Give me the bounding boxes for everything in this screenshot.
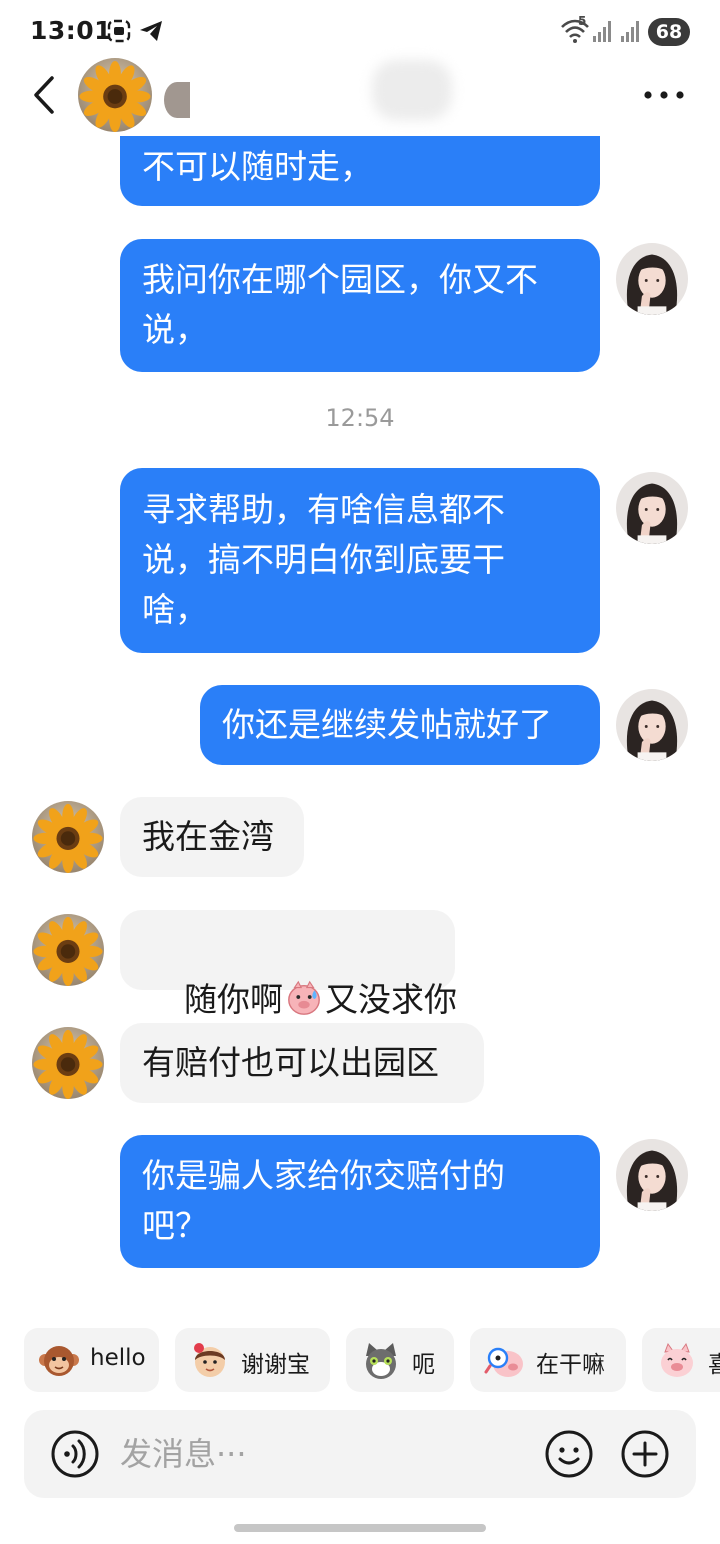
- girl-rose-sticker-icon: [194, 1343, 225, 1377]
- message-input[interactable]: [120, 1430, 520, 1478]
- contact-avatar[interactable]: [32, 914, 104, 986]
- cat-sticker-icon: [366, 1343, 396, 1379]
- plus-icon[interactable]: [620, 1429, 670, 1479]
- chevron-left-icon[interactable]: [26, 72, 66, 118]
- quick-reply-like[interactable]: 喜: [642, 1328, 720, 1392]
- my-avatar[interactable]: [616, 243, 688, 315]
- quick-reply-hello[interactable]: hello: [24, 1328, 159, 1392]
- outgoing-message[interactable]: 不可以随时走，: [120, 136, 600, 206]
- message-timestamp: 12:54: [325, 404, 395, 432]
- wifi-badge: 5: [578, 14, 587, 28]
- signal-icon: [593, 21, 611, 42]
- message-text: 又没求你: [324, 980, 457, 1019]
- emoji-icon[interactable]: [544, 1429, 594, 1479]
- message-input-bar: [24, 1410, 696, 1498]
- signal-icon-2: [621, 21, 639, 42]
- outgoing-message[interactable]: 寻求帮助，有啥信息都不 说，搞不明白你到底要干 啥，: [120, 468, 600, 653]
- chip-label: 在干嘛: [536, 1352, 605, 1378]
- incoming-message[interactable]: 随你啊 又没求你: [120, 910, 457, 1019]
- incoming-message[interactable]: 我在金湾: [120, 797, 304, 877]
- contact-avatar[interactable]: [78, 58, 152, 132]
- quick-reply-stickers: hello 谢谢宝 呃 在干嘛 喜: [0, 1328, 720, 1396]
- incoming-message[interactable]: 有赔付也可以出园区: [120, 1023, 484, 1103]
- status-time: 13:01: [30, 16, 113, 45]
- chip-label: 喜: [708, 1352, 720, 1378]
- battery-indicator: 68: [648, 18, 690, 46]
- chip-label: 呃: [412, 1352, 435, 1378]
- chip-label: hello: [90, 1345, 146, 1371]
- status-bar: 13:01 5 68: [0, 0, 720, 62]
- sweating-pig-emoji: [288, 980, 320, 1015]
- pig-sticker-icon: [661, 1342, 693, 1377]
- monkey-sticker-icon: [39, 1346, 79, 1376]
- quick-reply-uh[interactable]: 呃: [346, 1328, 454, 1392]
- home-indicator[interactable]: [234, 1524, 486, 1532]
- magnifier-pig-sticker-icon: [484, 1347, 523, 1377]
- outgoing-message[interactable]: 你是骗人家给你交赔付的 吧？: [120, 1135, 600, 1268]
- quick-reply-thanks[interactable]: 谢谢宝: [175, 1328, 330, 1392]
- screen-record-icon: [107, 19, 131, 43]
- more-dots-icon[interactable]: [640, 80, 688, 110]
- chat-messages: 不可以随时走， 我问你在哪个园区，你又不 说， 12:54 寻求帮助，有啥信息都…: [0, 136, 720, 1316]
- my-avatar[interactable]: [616, 689, 688, 761]
- contact-avatar[interactable]: [32, 801, 104, 873]
- outgoing-message[interactable]: 我问你在哪个园区，你又不 说，: [120, 239, 600, 372]
- my-avatar[interactable]: [616, 472, 688, 544]
- contact-name-redacted: [164, 82, 190, 118]
- message-text: 随你啊: [183, 980, 283, 1019]
- quick-reply-whatsup[interactable]: 在干嘛: [470, 1328, 626, 1392]
- outgoing-message[interactable]: 你还是继续发帖就好了: [200, 685, 600, 765]
- voice-input-icon[interactable]: [50, 1429, 100, 1479]
- telegram-icon: [140, 21, 162, 41]
- my-avatar[interactable]: [616, 1139, 688, 1211]
- chat-header: [0, 56, 720, 136]
- contact-name-redacted-blur: [372, 60, 452, 120]
- contact-avatar[interactable]: [32, 1027, 104, 1099]
- chip-label: 谢谢宝: [241, 1352, 310, 1378]
